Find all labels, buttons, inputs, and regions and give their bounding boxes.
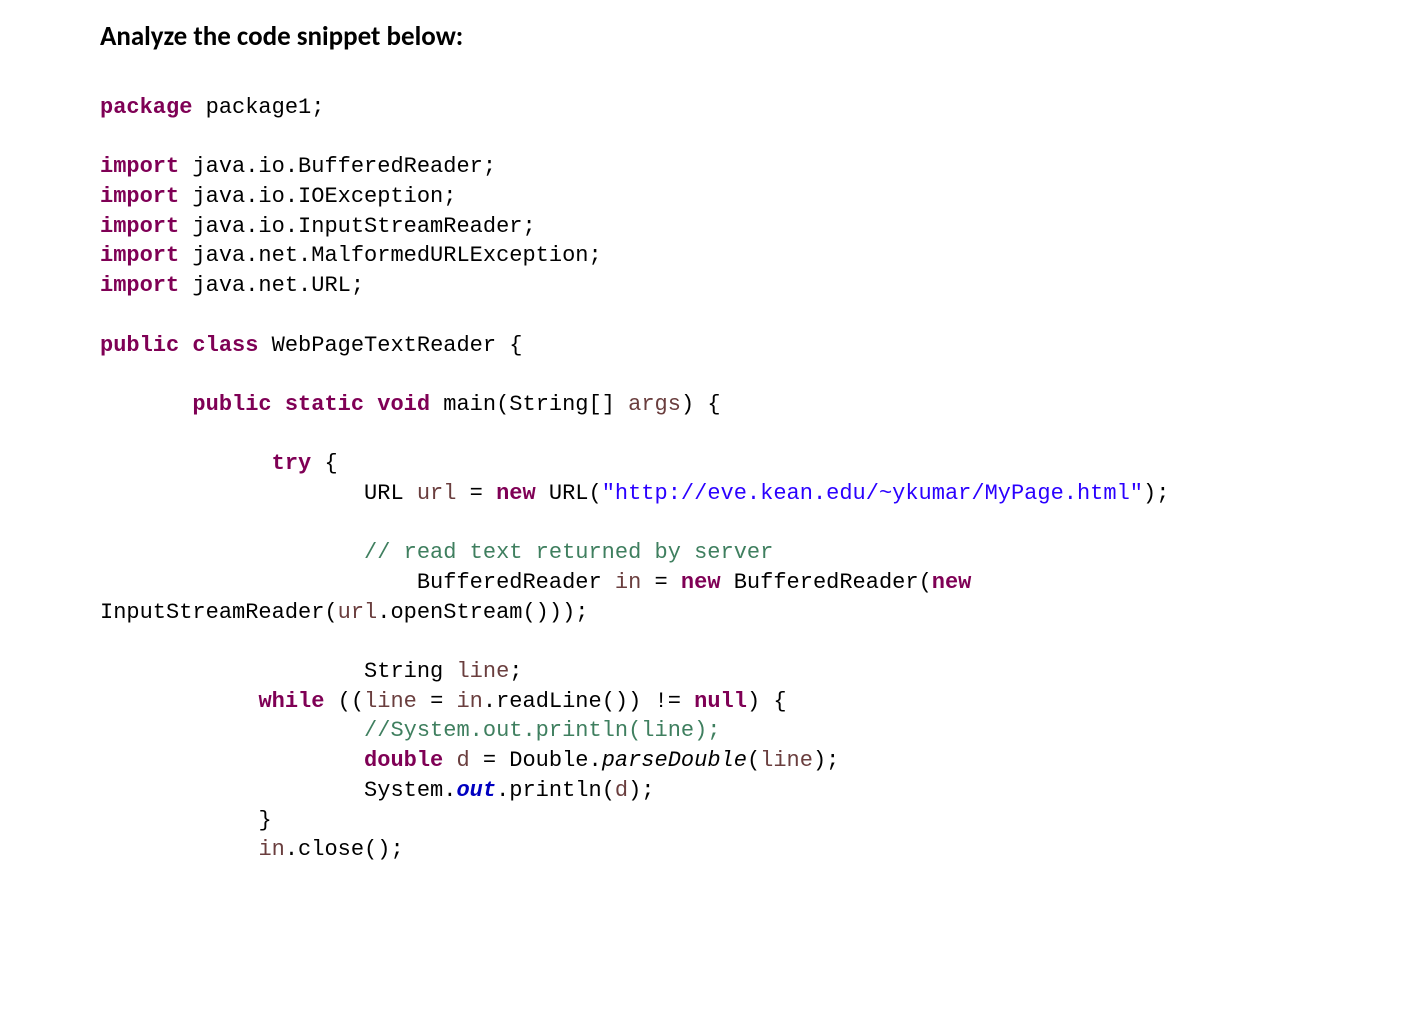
dbl-space: [443, 748, 456, 773]
in-var: in: [456, 689, 482, 714]
import-3: java.io.InputStreamReader;: [179, 214, 535, 239]
d-var: d: [456, 748, 469, 773]
main-sig: main(String[]: [430, 392, 628, 417]
in-close: .close();: [285, 837, 404, 862]
dbl-4: );: [813, 748, 839, 773]
url-var: url: [338, 600, 378, 625]
brace-close: }: [258, 808, 271, 833]
import-4: java.net.MalformedURLException;: [179, 243, 601, 268]
buf-decl-2: =: [641, 570, 681, 595]
keyword-void: void: [377, 392, 430, 417]
while-2: =: [417, 689, 457, 714]
in-var: in: [258, 837, 284, 862]
keyword-static: static: [285, 392, 364, 417]
comment-read: // read text returned by server: [364, 540, 773, 565]
parse-double: parseDouble: [602, 748, 747, 773]
keyword-new: new: [932, 570, 972, 595]
keyword-class: class: [192, 333, 258, 358]
url-decl-1: URL: [364, 481, 417, 506]
keyword-try: try: [272, 451, 312, 476]
line-var: line: [760, 748, 813, 773]
keyword-import: import: [100, 154, 179, 179]
buf-decl-1: BufferedReader: [417, 570, 615, 595]
keyword-while: while: [258, 689, 324, 714]
out-field: out: [456, 778, 496, 803]
import-1: java.io.BufferedReader;: [179, 154, 496, 179]
code-block: package package1; import java.io.Buffere…: [100, 93, 1306, 865]
keyword-package: package: [100, 95, 192, 120]
isr-wrap-start: InputStreamReader(: [100, 600, 338, 625]
url-var: url: [417, 481, 457, 506]
sout-3: );: [628, 778, 654, 803]
keyword-double: double: [364, 748, 443, 773]
d-var: d: [615, 778, 628, 803]
main-sig-end: ) {: [681, 392, 721, 417]
line-var: line: [364, 689, 417, 714]
sout-1: System.: [364, 778, 456, 803]
url-decl-4: );: [1143, 481, 1169, 506]
package-name: package1;: [192, 95, 324, 120]
line-var: line: [456, 659, 509, 684]
keyword-import: import: [100, 214, 179, 239]
while-4: ) {: [747, 689, 787, 714]
keyword-null: null: [694, 689, 747, 714]
keyword-new: new: [496, 481, 536, 506]
page-title: Analyze the code snippet below:: [100, 20, 1306, 53]
page-container: Analyze the code snippet below: package …: [0, 0, 1406, 865]
keyword-public: public: [192, 392, 271, 417]
keyword-import: import: [100, 184, 179, 209]
keyword-import: import: [100, 243, 179, 268]
while-3: .readLine()) !=: [483, 689, 694, 714]
import-2: java.io.IOException;: [179, 184, 456, 209]
while-1: ((: [324, 689, 364, 714]
url-decl-3: URL(: [536, 481, 602, 506]
str-decl-1: String: [364, 659, 456, 684]
args-var: args: [628, 392, 681, 417]
keyword-new: new: [681, 570, 721, 595]
keyword-public: public: [100, 333, 179, 358]
import-5: java.net.URL;: [179, 273, 364, 298]
sout-2: .println(: [496, 778, 615, 803]
comment-sout: //System.out.println(line);: [364, 718, 720, 743]
keyword-import: import: [100, 273, 179, 298]
in-var: in: [615, 570, 641, 595]
str-decl-end: ;: [509, 659, 522, 684]
buf-decl-3: BufferedReader(: [721, 570, 932, 595]
url-string: "http://eve.kean.edu/~ykumar/MyPage.html…: [602, 481, 1143, 506]
dbl-3: (: [747, 748, 760, 773]
url-decl-2: =: [456, 481, 496, 506]
isr-wrap-end: .openStream()));: [377, 600, 588, 625]
class-name: WebPageTextReader {: [258, 333, 522, 358]
try-open: {: [311, 451, 337, 476]
dbl-2: = Double.: [470, 748, 602, 773]
